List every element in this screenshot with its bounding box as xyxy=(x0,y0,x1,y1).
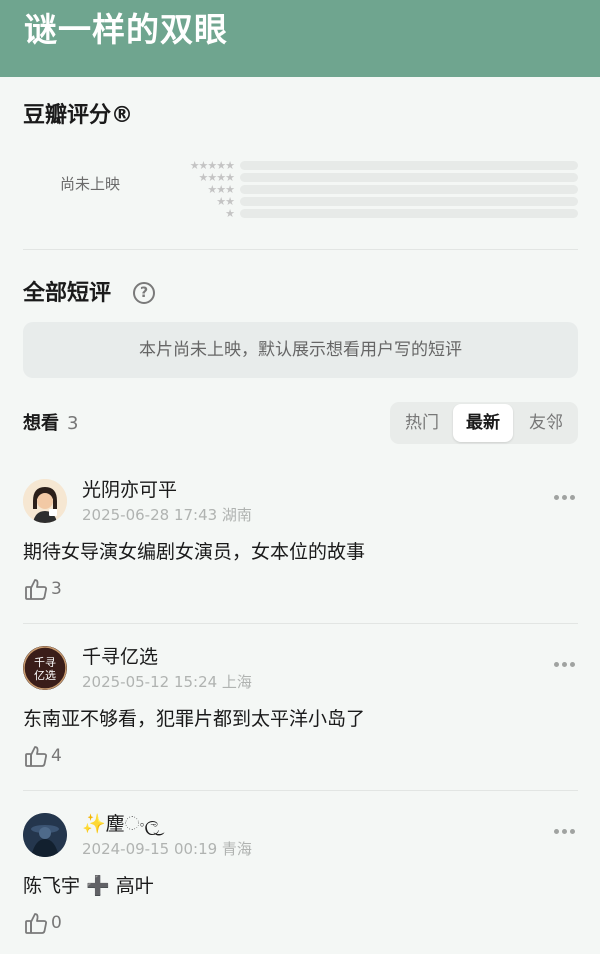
help-icon[interactable]: ? xyxy=(133,282,155,304)
text-logo-avatar[interactable]: 千寻 亿选 xyxy=(23,646,67,690)
rating-bar xyxy=(240,209,578,218)
notice-banner: 本片尚未上映，默认展示想看用户写的短评 xyxy=(23,322,578,378)
comment-meta: 2025-05-12 15:24 上海 xyxy=(82,673,252,691)
like-count: 0 xyxy=(51,913,62,933)
tab-friends[interactable]: 友邻 xyxy=(516,404,576,442)
like-count: 3 xyxy=(51,579,62,599)
avatar-text-1: 千寻 xyxy=(34,656,56,669)
more-icon[interactable] xyxy=(554,819,578,834)
rating-bar xyxy=(240,161,578,170)
comment-meta: 2024-09-15 00:19 青海 xyxy=(82,840,252,858)
page-title: 谜一样的双眼 xyxy=(24,10,228,49)
username[interactable]: 千寻亿选 xyxy=(82,644,158,670)
dark-figure-avatar[interactable] xyxy=(23,813,67,857)
thumbs-up-icon[interactable] xyxy=(24,744,50,768)
want-label: 想看 xyxy=(23,413,59,434)
username[interactable]: 光阴亦可平 xyxy=(82,477,177,503)
comment-text: 东南亚不够看，犯罪片都到太平洋小岛了 xyxy=(23,708,366,730)
rating-bar xyxy=(240,173,578,182)
divider xyxy=(23,790,578,791)
star-levels: ★★★★★ ★★★★ ★★★ ★★ ★ xyxy=(180,160,235,220)
like-count: 4 xyxy=(51,746,62,766)
thumbs-up-icon[interactable] xyxy=(24,577,50,601)
comment-meta: 2025-06-28 17:43 湖南 xyxy=(82,506,252,524)
more-icon[interactable] xyxy=(554,485,578,500)
rating-bar xyxy=(240,197,578,206)
username[interactable]: ✨麈ංල͜ xyxy=(82,811,159,837)
cartoon-woman-avatar[interactable] xyxy=(23,479,67,523)
star-row-1: ★ xyxy=(225,207,235,220)
rating-status: 尚未上映 xyxy=(60,175,121,193)
rating-title: 豆瓣评分® xyxy=(23,103,134,128)
rating-bars xyxy=(240,161,578,221)
rating-bar xyxy=(240,185,578,194)
comment-text: 期待女导演女编剧女演员，女本位的故事 xyxy=(23,541,366,563)
tab-hot[interactable]: 热门 xyxy=(392,404,452,442)
section-title: 全部短评 xyxy=(23,281,112,306)
sort-tabs: 热门 最新 友邻 xyxy=(390,402,578,444)
tab-latest[interactable]: 最新 xyxy=(453,404,513,442)
divider xyxy=(23,249,578,250)
comment-text: 陈飞宇 ➕ 高叶 xyxy=(23,875,154,897)
more-icon[interactable] xyxy=(554,652,578,667)
divider xyxy=(23,623,578,624)
thumbs-up-icon[interactable] xyxy=(24,911,50,935)
avatar-text-2: 亿选 xyxy=(34,669,56,682)
want-count: 3 xyxy=(67,413,79,434)
top-bar: 谜一样的双眼 xyxy=(0,0,600,77)
